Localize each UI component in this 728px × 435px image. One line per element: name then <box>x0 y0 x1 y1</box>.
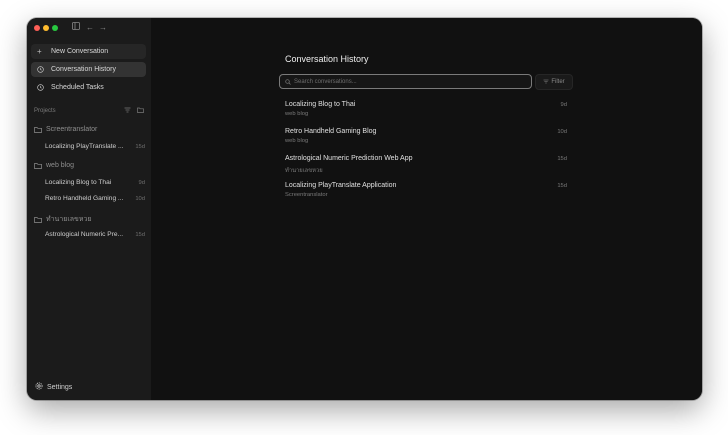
project-folder-web-blog[interactable]: web blog <box>34 162 74 169</box>
chat-title: Retro Handheld Gaming ... <box>45 195 124 202</box>
project-chat-item[interactable]: Localizing PlayTranslate ... 15d <box>45 143 145 150</box>
chat-age: 15d <box>135 143 145 150</box>
folder-icon <box>34 126 42 133</box>
search-icon <box>285 78 291 85</box>
project-folder-lottery[interactable]: ทำนายเลขหวย <box>34 214 91 225</box>
new-conversation-button[interactable]: + New Conversation <box>31 44 146 59</box>
chat-age: 9d <box>138 179 145 186</box>
new-conversation-label: New Conversation <box>51 48 109 55</box>
sidebar: ← → + New Conversation Conversation Hist… <box>27 18 151 400</box>
clock-icon <box>37 84 47 91</box>
main-panel: Conversation History Search conversation… <box>151 18 702 400</box>
project-folder-screentranslator[interactable]: Screentranslator <box>34 126 97 133</box>
search-placeholder: Search conversations... <box>294 78 357 85</box>
history-row[interactable]: Retro Handheld Gaming Blog web blog 10d <box>285 128 567 144</box>
titlebar: ← → <box>27 18 151 38</box>
project-name: Screentranslator <box>46 126 98 133</box>
conversation-history-label: Conversation History <box>51 66 116 73</box>
history-age: 15d <box>557 183 567 189</box>
chat-title: Localizing Blog to Thai <box>45 179 112 186</box>
filter-icon <box>543 79 549 86</box>
folder-icon <box>34 216 42 223</box>
history-row[interactable]: Astrological Numeric Prediction Web App … <box>285 155 567 175</box>
project-chat-item[interactable]: Retro Handheld Gaming ... 10d <box>45 195 145 202</box>
folder-icon <box>34 162 42 169</box>
new-folder-icon[interactable] <box>137 107 144 115</box>
history-row[interactable]: Localizing PlayTranslate Application Scr… <box>285 182 567 198</box>
history-title: Astrological Numeric Prediction Web App <box>285 155 413 162</box>
page-title: Conversation History <box>285 54 369 64</box>
settings-label: Settings <box>47 383 73 391</box>
history-project: web blog <box>285 111 309 117</box>
history-project: web blog <box>285 138 309 144</box>
chat-age: 10d <box>135 195 145 202</box>
history-title: Retro Handheld Gaming Blog <box>285 128 377 135</box>
search-input[interactable]: Search conversations... <box>279 74 532 89</box>
back-arrow-icon[interactable]: ← <box>86 22 94 34</box>
history-title: Localizing PlayTranslate Application <box>285 182 397 189</box>
project-name: ทำนายเลขหวย <box>46 216 92 223</box>
history-row[interactable]: Localizing Blog to Thai web blog 9d <box>285 101 567 117</box>
history-icon <box>37 66 47 73</box>
history-title: Localizing Blog to Thai <box>285 101 356 108</box>
projects-label: Projects <box>34 108 56 114</box>
chat-title: Localizing PlayTranslate ... <box>45 143 124 150</box>
history-project: ทำนายเลขหวย <box>285 168 323 174</box>
settings-button[interactable]: Settings <box>35 382 72 392</box>
history-project: Screentranslator <box>285 192 328 198</box>
project-chat-item[interactable]: Localizing Blog to Thai 9d <box>45 179 145 186</box>
chat-title: Astrological Numeric Pre... <box>45 231 124 238</box>
projects-header: Projects <box>34 107 144 115</box>
scheduled-tasks-label: Scheduled Tasks <box>51 84 104 91</box>
project-chat-item[interactable]: Astrological Numeric Pre... 15d <box>45 231 145 238</box>
sort-icon[interactable] <box>124 107 131 115</box>
project-name: web blog <box>46 162 75 169</box>
history-age: 9d <box>560 102 567 108</box>
zoom-window-button[interactable] <box>52 25 58 31</box>
minimize-window-button[interactable] <box>43 25 49 31</box>
history-age: 10d <box>557 129 567 135</box>
close-window-button[interactable] <box>34 25 40 31</box>
gear-icon <box>35 382 43 392</box>
sidebar-toggle-icon[interactable] <box>72 22 80 30</box>
scheduled-tasks-button[interactable]: Scheduled Tasks <box>31 80 146 95</box>
filter-label: Filter <box>551 79 565 85</box>
conversation-history-button[interactable]: Conversation History <box>31 62 146 77</box>
app-window: ← → + New Conversation Conversation Hist… <box>27 18 702 400</box>
chat-age: 15d <box>135 231 145 238</box>
forward-arrow-icon[interactable]: → <box>99 22 107 34</box>
filter-button[interactable]: Filter <box>535 74 573 90</box>
history-age: 15d <box>557 156 567 162</box>
plus-icon: + <box>37 47 42 56</box>
